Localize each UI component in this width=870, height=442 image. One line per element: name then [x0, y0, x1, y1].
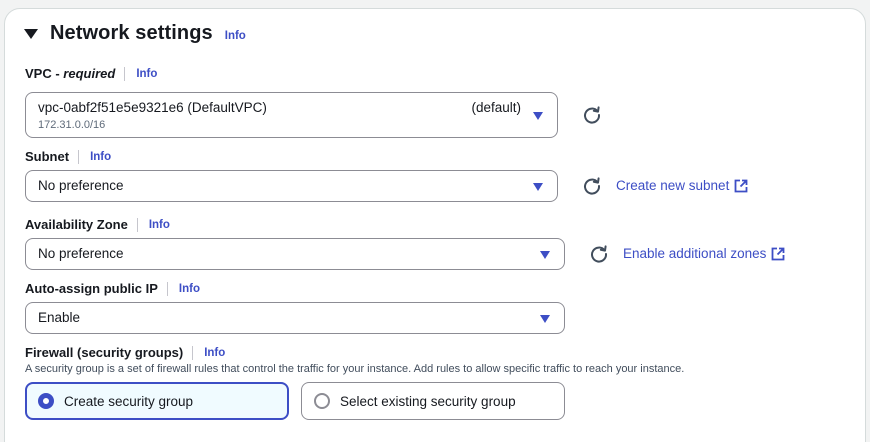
- vpc-info-link[interactable]: Info: [136, 68, 157, 80]
- enable-additional-zones-label: Enable additional zones: [623, 246, 767, 261]
- create-new-subnet-label: Create new subnet: [616, 178, 730, 193]
- az-select[interactable]: No preference: [25, 238, 565, 270]
- refresh-icon[interactable]: [582, 176, 602, 196]
- vpc-select[interactable]: vpc-0abf2f51e5e9321e6 (DefaultVPC) (defa…: [25, 92, 558, 138]
- az-label-row: Availability Zone Info: [25, 217, 170, 232]
- radio-selected-icon[interactable]: [38, 393, 54, 409]
- public-ip-label: Auto-assign public IP: [25, 281, 158, 296]
- firewall-description: A security group is a set of firewall ru…: [25, 363, 685, 375]
- radio-unselected-icon[interactable]: [314, 393, 330, 409]
- divider: [124, 66, 126, 81]
- vpc-label: VPC - required: [25, 66, 116, 81]
- dropdown-triangle-icon: [533, 112, 543, 120]
- firewall-info-link[interactable]: Info: [204, 347, 225, 359]
- subnet-info-link[interactable]: Info: [90, 151, 111, 163]
- firewall-label-row: Firewall (security groups) Info: [25, 345, 225, 360]
- vpc-default-tag: (default): [471, 100, 521, 115]
- create-security-group-option[interactable]: Create security group: [25, 382, 289, 420]
- divider: [136, 217, 138, 232]
- subnet-select-value: No preference: [38, 178, 124, 193]
- refresh-icon[interactable]: [582, 105, 602, 125]
- az-info-link[interactable]: Info: [149, 219, 170, 231]
- external-link-icon: [734, 179, 748, 192]
- select-existing-security-group-label: Select existing security group: [340, 393, 516, 409]
- az-select-value: No preference: [38, 246, 124, 261]
- section-info-link[interactable]: Info: [225, 30, 246, 42]
- vpc-select-value: vpc-0abf2f51e5e9321e6 (DefaultVPC): [38, 100, 267, 115]
- public-ip-select-value: Enable: [38, 310, 81, 325]
- vpc-cidr: 172.31.0.0/16: [38, 119, 106, 131]
- dropdown-triangle-icon: [540, 251, 550, 259]
- dropdown-triangle-icon: [540, 315, 550, 323]
- section-title: Network settings: [50, 22, 213, 44]
- external-link-icon: [771, 247, 785, 260]
- az-label: Availability Zone: [25, 217, 128, 232]
- divider: [192, 345, 194, 360]
- public-ip-label-row: Auto-assign public IP Info: [25, 281, 200, 296]
- vpc-label-row: VPC - required Info: [25, 66, 157, 81]
- public-ip-info-link[interactable]: Info: [179, 283, 200, 295]
- create-new-subnet-link[interactable]: Create new subnet: [616, 178, 748, 193]
- subnet-label-row: Subnet Info: [25, 149, 111, 164]
- divider: [78, 149, 80, 164]
- select-existing-security-group-option[interactable]: Select existing security group: [301, 382, 565, 420]
- subnet-label: Subnet: [25, 149, 70, 164]
- caret-down-icon[interactable]: [24, 29, 38, 39]
- public-ip-select[interactable]: Enable: [25, 302, 565, 334]
- firewall-label: Firewall (security groups): [25, 345, 184, 360]
- required-marker: required: [63, 66, 116, 81]
- section-header[interactable]: Network settings Info: [24, 22, 246, 45]
- subnet-select[interactable]: No preference: [25, 170, 558, 202]
- enable-additional-zones-link[interactable]: Enable additional zones: [623, 246, 785, 261]
- refresh-icon[interactable]: [589, 244, 609, 264]
- divider: [166, 281, 168, 296]
- create-security-group-label: Create security group: [64, 393, 194, 409]
- dropdown-triangle-icon: [533, 183, 543, 191]
